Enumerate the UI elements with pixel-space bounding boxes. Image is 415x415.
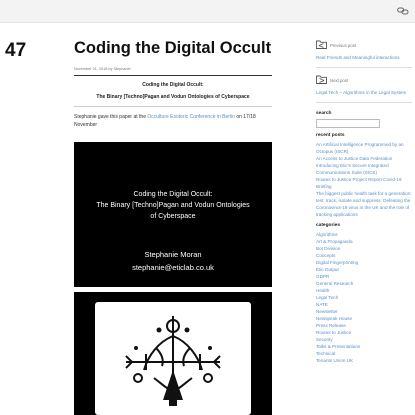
slide-email: stephanie@eticlab.co.uk [132, 263, 214, 272]
previous-post-link[interactable]: Real Friends and Meaningful interactions [316, 54, 412, 61]
folder-forward-icon [316, 75, 327, 84]
category-link[interactable]: Press Release [316, 322, 412, 329]
previous-post-nav[interactable]: Previous post [316, 40, 412, 52]
category-link[interactable]: Newspeak House [316, 315, 412, 322]
category-link[interactable]: Algorithms [316, 231, 412, 238]
category-link[interactable]: General Research [316, 280, 412, 287]
categories-heading: categories [316, 223, 340, 228]
page-title: Coding the Digital Occult [74, 39, 272, 57]
category-link[interactable]: NATE [316, 301, 412, 308]
category-link[interactable]: Technical [316, 350, 412, 357]
category-link[interactable]: Legal Tech [316, 294, 412, 301]
category-link[interactable]: Digital Fingerprinting [316, 259, 412, 266]
next-post-label: Next post [330, 78, 349, 83]
search-heading: search [316, 111, 332, 116]
slide-title-line-1: Coding the Digital Occult: [133, 191, 213, 198]
recent-post-link[interactable]: Introducing Etic's Secure Integrated Com… [316, 162, 412, 176]
recent-posts-list: An Artificial Intelligence Programmed by… [316, 141, 412, 218]
slide-author: Stephanie Moran [144, 250, 202, 259]
conference-link[interactable]: Occulture Esoteric Conference in Berlin [147, 114, 235, 120]
category-link[interactable]: Talks & Presentations [316, 343, 412, 350]
intro-text-before: Stephanie gave this paper at the [74, 114, 148, 120]
sidebar-divider [316, 67, 412, 68]
recent-post-link[interactable]: An Artificial Intelligence Programmed by… [316, 141, 412, 155]
category-link[interactable]: GDPR [316, 273, 412, 280]
previous-post-label: Previous post [330, 43, 357, 48]
search-input[interactable] [316, 119, 380, 128]
next-post-link[interactable]: Legal Tech – Algorithms in the Legal Sys… [316, 89, 412, 96]
category-link[interactable]: Bot Division [316, 245, 412, 252]
sidebar-divider [316, 102, 412, 103]
sidebar: Previous post Real Friends and Meaningfu… [316, 40, 412, 364]
subtitle-line-1: Coding the Digital Occult: [142, 82, 204, 88]
category-link[interactable]: Newsletter [316, 308, 412, 315]
post-number: 47 [5, 40, 27, 61]
top-bar [0, 0, 415, 23]
subtitle-divider [74, 106, 272, 107]
title-divider [74, 75, 272, 76]
post-meta: November 21, 2018 by Stephanie [74, 67, 131, 71]
recent-post-link[interactable]: An Access to Justice Data Federation [316, 155, 412, 162]
veve-symbol-image [74, 292, 272, 415]
next-post-nav[interactable]: Next post [316, 75, 412, 87]
intro-paragraph: Stephanie gave this paper at the Occultu… [74, 113, 272, 129]
category-link[interactable]: Security [316, 336, 412, 343]
slide-title-line-3: of Cyberspace [150, 213, 196, 220]
recent-post-link[interactable]: Routes to Justice Project Report Covid-1… [316, 176, 412, 190]
slide-title-line-2: The Binary [Techno]Pagan and Vodun Ontol… [96, 202, 250, 209]
link-icon[interactable] [397, 5, 409, 17]
veve-drawing [125, 316, 221, 406]
category-link[interactable]: Concepts [316, 252, 412, 259]
category-link[interactable]: Art & Propaganda [316, 238, 412, 245]
categories-list: Algorithms Art & Propaganda Bot Division… [316, 231, 412, 364]
subtitle-line-2: The Binary [Techno]Pagan and Vodun Ontol… [96, 94, 250, 100]
title-slide-image: Coding the Digital Occult: The Binary [T… [74, 142, 272, 287]
category-link[interactable]: Routes to Justice [316, 329, 412, 336]
folder-back-icon [316, 40, 327, 49]
category-link[interactable]: Health [316, 287, 412, 294]
recent-post-link[interactable]: The biggest public health task for a gen… [316, 190, 412, 218]
category-link[interactable]: Etic Output [316, 266, 412, 273]
recent-posts-heading: recent posts [316, 133, 345, 138]
category-link[interactable]: Tenants Union UK [316, 357, 412, 364]
